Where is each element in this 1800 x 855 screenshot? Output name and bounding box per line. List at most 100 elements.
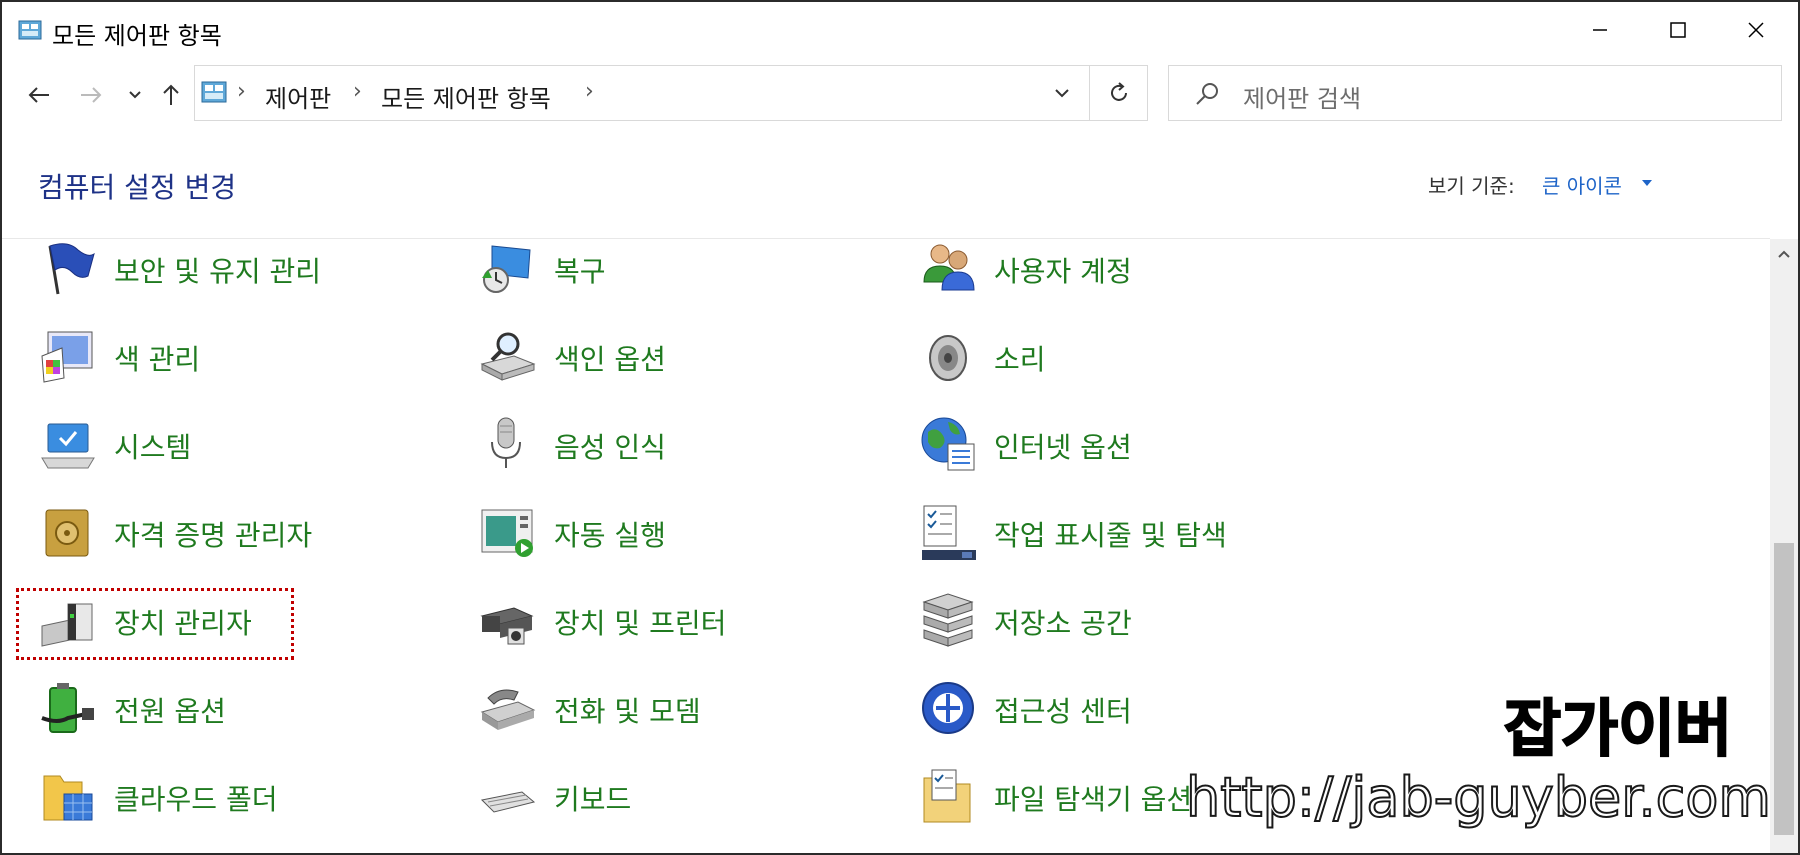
view-by-dropdown[interactable]: 큰 아이콘	[1542, 170, 1622, 199]
item-label: 색인 옵션	[554, 343, 666, 376]
computer-icon	[41, 423, 95, 469]
watermark-title: 잡가이버	[1503, 691, 1733, 766]
item-system[interactable]: 시스템	[38, 410, 458, 482]
control-panel-window: 모든 제어판 항목 › 제어판 › 모든 제어판 항목 › 제어판 검색 컴퓨터…	[0, 0, 1800, 855]
speaker-icon	[929, 335, 967, 381]
refresh-icon	[1111, 82, 1127, 101]
chevron-down-icon	[1055, 89, 1069, 98]
item-label: 인터넷 옵션	[994, 431, 1132, 464]
chevron-right-icon: ›	[353, 79, 362, 104]
item-label: 복구	[554, 255, 606, 288]
breadcrumb-all-items[interactable]: 모든 제어판 항목	[381, 79, 551, 114]
item-ease-of-access[interactable]: 접근성 센터	[918, 674, 1338, 746]
item-label: 자격 증명 관리자	[114, 519, 313, 552]
chevron-down-icon	[129, 91, 141, 99]
watermark-url: http://jab-guyber.com	[1185, 765, 1772, 830]
item-label: 음성 인식	[554, 431, 666, 464]
item-label: 작업 표시줄 및 탐색	[994, 519, 1227, 552]
item-label: 보안 및 유지 관리	[114, 255, 322, 288]
item-user-accounts[interactable]: 사용자 계정	[918, 234, 1338, 306]
item-label: 시스템	[114, 431, 192, 464]
microphone-icon	[491, 417, 521, 468]
storage-icon	[922, 593, 974, 647]
autoplay-icon	[481, 509, 533, 557]
item-keyboard[interactable]: 키보드	[478, 762, 898, 834]
chevron-up-icon	[1778, 250, 1790, 258]
item-label: 사용자 계정	[994, 255, 1132, 288]
item-label: 색 관리	[114, 343, 201, 376]
chevron-right-icon: ›	[237, 79, 246, 104]
address-divider	[1089, 66, 1090, 120]
battery-icon	[41, 683, 94, 733]
arrow-left-icon	[28, 87, 49, 103]
breadcrumb-control-panel[interactable]: 제어판	[265, 79, 331, 114]
item-label: 장치 및 프린터	[554, 607, 727, 640]
search-placeholder: 제어판 검색	[1243, 85, 1362, 113]
recent-locations-button[interactable]	[120, 78, 150, 112]
back-button[interactable]	[24, 78, 54, 112]
control-panel-icon	[201, 81, 227, 103]
item-phone-modem[interactable]: 전화 및 모뎀	[478, 674, 898, 746]
item-label: 전원 옵션	[114, 695, 226, 728]
item-label: 소리	[994, 343, 1046, 376]
address-bar[interactable]: › 제어판 › 모든 제어판 항목 ›	[194, 65, 1148, 121]
taskbar-icon	[922, 505, 976, 560]
caret-down-icon[interactable]	[1642, 180, 1652, 186]
maximize-button[interactable]	[1648, 8, 1708, 52]
search-box[interactable]: 제어판 검색	[1168, 65, 1782, 121]
item-label: 클라우드 폴더	[114, 783, 278, 816]
minimize-button[interactable]	[1570, 8, 1630, 52]
scroll-up-button[interactable]	[1770, 239, 1798, 269]
item-credential-manager[interactable]: 자격 증명 관리자	[38, 498, 458, 570]
item-sound[interactable]: 소리	[918, 322, 1338, 394]
arrow-right-icon	[81, 87, 102, 103]
refresh-button[interactable]	[1099, 78, 1139, 108]
item-internet-options[interactable]: 인터넷 옵션	[918, 410, 1338, 482]
item-color-management[interactable]: 색 관리	[38, 322, 458, 394]
window-title: 모든 제어판 항목	[52, 22, 222, 50]
close-icon	[1748, 22, 1764, 38]
item-label: 접근성 센터	[994, 695, 1132, 728]
item-label: 파일 탐색기 옵션	[994, 783, 1193, 816]
item-security-maintenance[interactable]: 보안 및 유지 관리	[38, 234, 458, 306]
item-label: 자동 실행	[554, 519, 666, 552]
highlight-annotation	[16, 588, 294, 660]
color-management-icon	[41, 331, 93, 383]
item-autoplay[interactable]: 자동 실행	[478, 498, 898, 570]
user-accounts-icon	[923, 244, 975, 291]
chevron-right-icon: ›	[585, 79, 594, 104]
item-recovery[interactable]: 복구	[478, 234, 898, 306]
item-indexing-options[interactable]: 색인 옵션	[478, 322, 898, 394]
address-dropdown-button[interactable]	[1047, 80, 1077, 106]
page-title: 컴퓨터 설정 변경	[38, 171, 237, 204]
minimize-icon	[1593, 29, 1607, 31]
accessibility-icon	[922, 682, 974, 734]
item-devices-printers[interactable]: 장치 및 프린터	[478, 586, 898, 658]
scroll-thumb[interactable]	[1774, 543, 1794, 835]
globe-icon	[921, 417, 975, 471]
vertical-scrollbar[interactable]	[1770, 239, 1798, 853]
forward-button[interactable]	[76, 78, 106, 112]
item-label: 키보드	[554, 783, 632, 816]
close-button[interactable]	[1726, 8, 1786, 52]
up-button[interactable]	[156, 78, 186, 112]
vault-icon	[45, 509, 89, 557]
item-cloud-folder[interactable]: 클라우드 폴더	[38, 762, 458, 834]
maximize-icon	[1670, 22, 1686, 38]
search-icon	[1196, 83, 1218, 105]
item-power-options[interactable]: 전원 옵션	[38, 674, 458, 746]
indexing-icon	[480, 332, 536, 381]
cloud-folder-icon	[43, 775, 93, 821]
control-panel-icon	[18, 20, 42, 40]
view-by-label: 보기 기준:	[1428, 174, 1515, 198]
item-label: 저장소 공간	[994, 607, 1132, 640]
flag-icon	[48, 243, 95, 295]
phone-icon	[480, 689, 536, 730]
item-taskbar-navigation[interactable]: 작업 표시줄 및 탐색	[918, 498, 1338, 570]
printer-icon	[480, 607, 534, 645]
item-speech-recognition[interactable]: 음성 인식	[478, 410, 898, 482]
item-storage-spaces[interactable]: 저장소 공간	[918, 586, 1338, 658]
title-bar: 모든 제어판 항목	[2, 2, 1798, 60]
item-label: 전화 및 모뎀	[554, 695, 701, 728]
folder-options-icon	[923, 769, 971, 823]
